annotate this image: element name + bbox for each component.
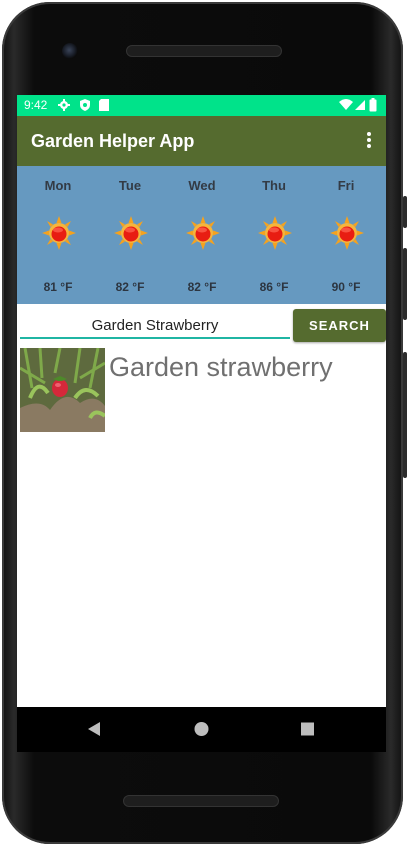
back-icon[interactable] [87,721,101,737]
search-bar: SEARCH [17,304,386,344]
front-camera [62,43,78,59]
forecast-day-name: Fri [337,178,355,193]
app-screen: 9:42 Garden Helper App Mon 81 °F Tue 82 … [17,95,386,707]
forecast-day: Mon 81 °F [21,166,95,304]
search-input[interactable] [20,313,290,339]
app-title: Garden Helper App [31,131,195,151]
battery-icon [369,98,377,112]
settings-icon [58,99,70,111]
overflow-menu-icon[interactable] [366,131,372,149]
bottom-speaker [123,795,279,807]
forecast-day: Thu 86 °F [237,166,311,304]
forecast-temp: 86 °F [259,280,289,294]
strawberry-plant-photo [20,348,105,432]
app-bar: Garden Helper App [17,116,386,166]
forecast-temp: 81 °F [43,280,73,294]
shield-icon [80,99,90,111]
power-button [403,352,407,478]
result-title: Garden strawberry [109,352,333,382]
sd-card-icon [99,99,109,111]
system-nav-bar [17,707,386,752]
sun-icon [42,216,76,250]
cell-signal-icon [355,100,365,110]
forecast-day: Tue 82 °F [93,166,167,304]
search-result[interactable]: Garden strawberry [20,348,386,434]
phone-frame: 9:42 Garden Helper App Mon 81 °F Tue 82 … [0,0,407,846]
forecast-temp: 82 °F [187,280,217,294]
sun-icon [258,216,292,250]
recents-icon[interactable] [300,721,315,737]
forecast-temp: 90 °F [331,280,361,294]
forecast-day-name: Tue [118,178,142,193]
forecast-day-name: Thu [262,178,286,193]
forecast-day: Wed 82 °F [165,166,239,304]
forecast-day: Fri 90 °F [309,166,383,304]
forecast-day-name: Wed [188,178,216,193]
wifi-icon [339,99,353,110]
sun-icon [186,216,220,250]
forecast-day-name: Mon [44,178,72,193]
volume-up-button [403,196,407,228]
home-icon[interactable] [194,721,209,737]
weather-forecast: Mon 81 °F Tue 82 °F Wed 82 °F Thu 86 °F … [17,166,386,304]
earpiece-speaker [126,45,282,57]
sun-icon [330,216,364,250]
status-bar: 9:42 [17,95,386,116]
forecast-temp: 82 °F [115,280,145,294]
sun-icon [114,216,148,250]
search-button[interactable]: SEARCH [293,309,386,342]
status-time: 9:42 [24,98,48,112]
volume-down-button [403,248,407,320]
